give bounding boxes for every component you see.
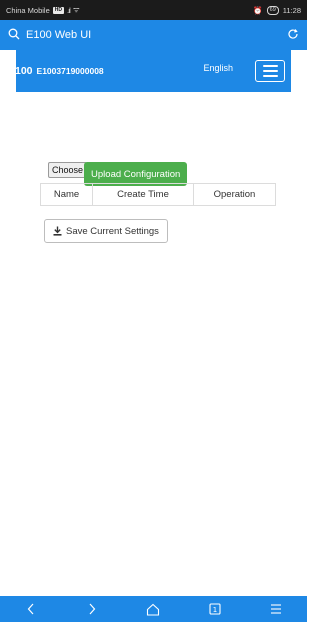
tabs-icon[interactable]: 1	[200, 599, 230, 619]
status-bar: China Mobile HD .ıl ᯤ ⏰ 69 11:28	[0, 0, 307, 20]
back-icon[interactable]	[16, 599, 46, 619]
signal-icon: .ıl	[67, 5, 71, 15]
search-icon	[8, 28, 20, 43]
table-header-row: Name Create Time Operation	[40, 183, 276, 206]
hamburger-icon[interactable]	[255, 60, 285, 82]
status-time: 11:28	[282, 5, 301, 15]
battery-indicator: 69	[266, 5, 279, 15]
download-icon	[53, 226, 62, 236]
forward-icon[interactable]	[77, 599, 107, 619]
choose-file-button[interactable]: Choose	[48, 162, 88, 178]
configuration-table: Name Create Time Operation	[40, 183, 276, 206]
save-button-label: Save Current Settings	[66, 225, 159, 237]
reload-icon[interactable]	[287, 28, 299, 43]
alarm-icon: ⏰	[253, 5, 263, 15]
network-badge: HD	[52, 6, 65, 14]
column-header-operation: Operation	[193, 183, 276, 206]
column-header-create-time: Create Time	[92, 183, 194, 206]
browser-nav-bar: 1	[0, 596, 307, 622]
column-header-name: Name	[40, 183, 93, 206]
browser-menu-icon[interactable]	[261, 599, 291, 619]
save-current-settings-button[interactable]: Save Current Settings	[44, 219, 168, 243]
brand-title: E100 E1003719000008	[8, 65, 104, 77]
app-header: E100 E1003719000008 English	[8, 50, 291, 92]
wifi-icon: ᯤ	[72, 5, 80, 14]
brand-name: E100	[8, 65, 33, 77]
upload-row: Choose Upload Configuration	[48, 154, 188, 186]
device-serial: E1003719000008	[36, 66, 104, 76]
language-selector[interactable]: English	[203, 63, 233, 73]
home-icon[interactable]	[138, 599, 168, 619]
url-text[interactable]: E100 Web UI	[26, 29, 91, 41]
svg-text:1: 1	[213, 606, 217, 614]
carrier-name: China Mobile	[6, 5, 50, 15]
browser-address-bar[interactable]: E100 Web UI	[0, 20, 307, 50]
